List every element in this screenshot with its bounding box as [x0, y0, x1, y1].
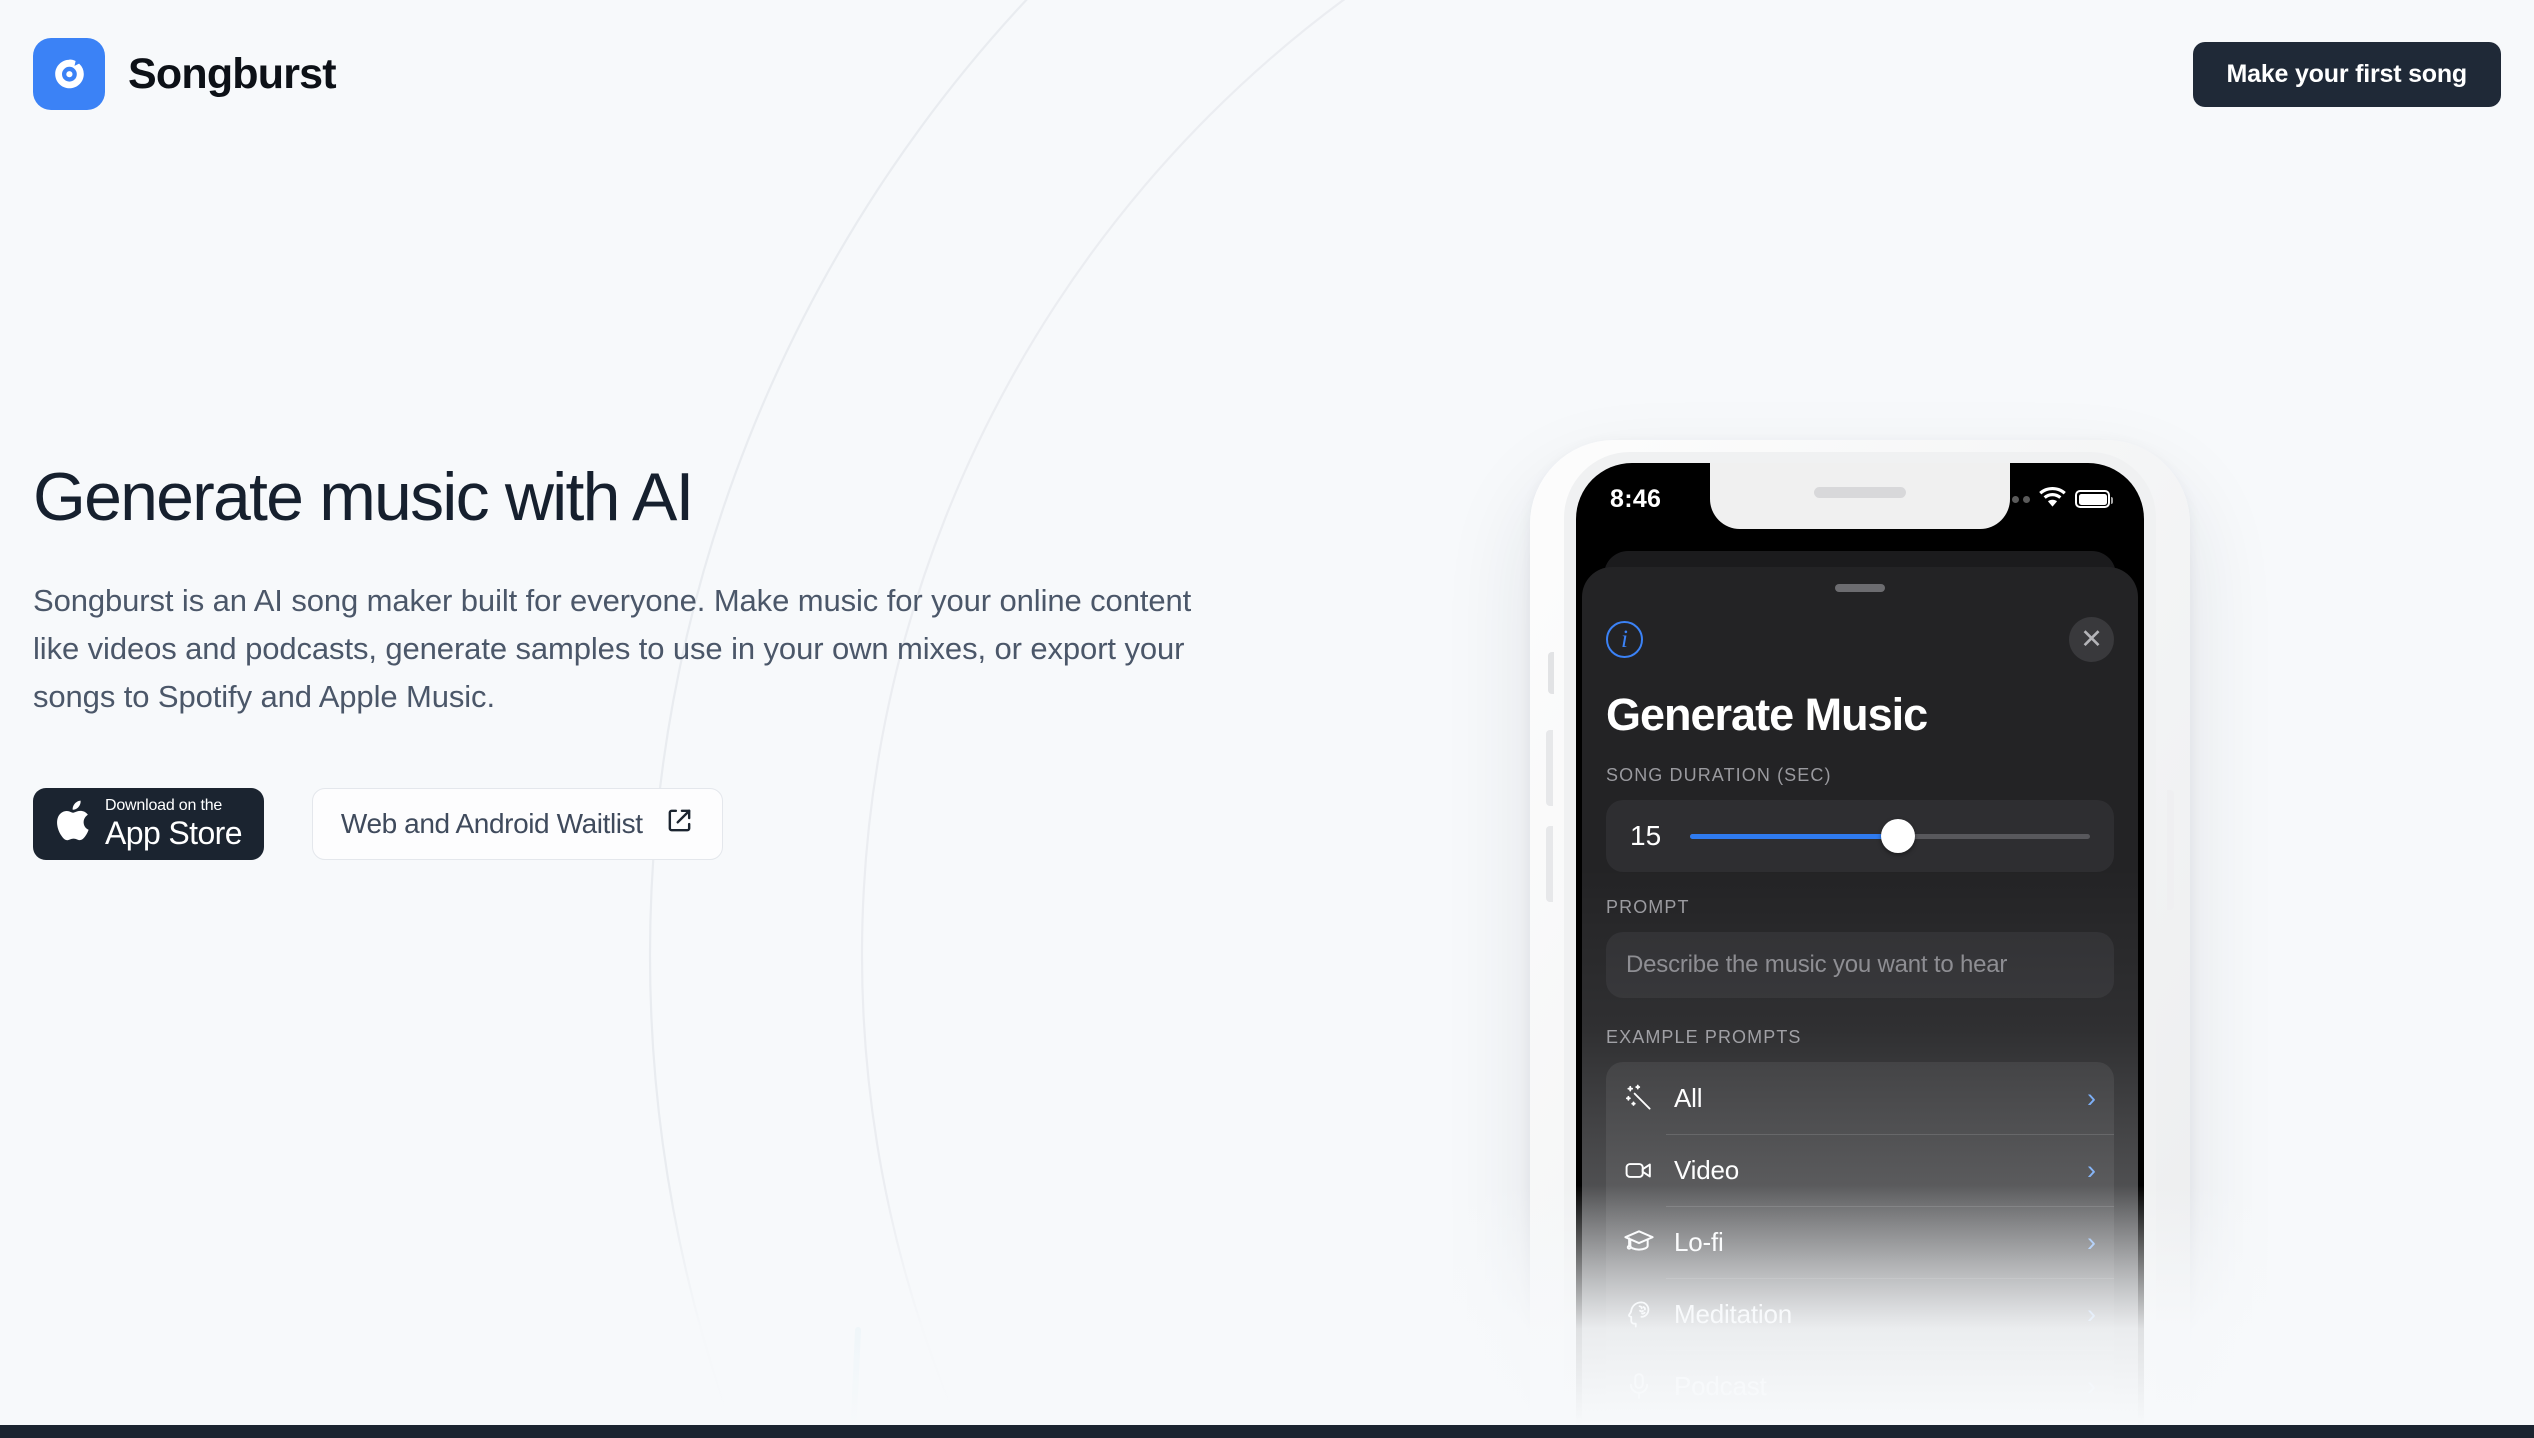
- magic-wand-sparkles-icon: [1622, 1081, 1656, 1115]
- song-duration-value: 15: [1630, 820, 1662, 851]
- chevron-right-icon: ›: [2087, 1370, 2096, 1401]
- head-brain-icon: [1622, 1297, 1656, 1331]
- song-duration-slider-card: 15: [1606, 800, 2114, 872]
- list-item[interactable]: Video ›: [1606, 1134, 2114, 1206]
- list-item-label: Video: [1674, 1154, 1740, 1185]
- app-store-small-label: Download on the: [105, 797, 223, 815]
- list-item-label: All: [1674, 1082, 1703, 1113]
- song-duration-slider[interactable]: [1690, 819, 2090, 853]
- brand-logo[interactable]: Songburst: [33, 38, 337, 110]
- song-duration-section: SONG DURATION (SEC) 15: [1606, 765, 2114, 872]
- apple-logo-icon: [53, 798, 91, 849]
- waitlist-button[interactable]: Web and Android Waitlist: [311, 787, 723, 860]
- prompt-section: PROMPT Describe the music you want to he…: [1606, 897, 2114, 998]
- chevron-right-icon: ›: [2087, 1226, 2096, 1257]
- list-item-label: Podcast: [1674, 1370, 1767, 1401]
- phone-volume-down-button: [1546, 826, 1553, 902]
- phone-notch: [1710, 463, 2010, 529]
- drag-handle-icon[interactable]: [1835, 584, 1885, 592]
- phone-silence-switch: [1548, 652, 1554, 694]
- status-bar-time: 8:46: [1610, 484, 1662, 513]
- site-header: Songburst Make your first song: [0, 0, 2534, 148]
- phone-volume-up-button: [1546, 730, 1553, 806]
- list-item-label: Lo-fi: [1674, 1226, 1724, 1257]
- hero-description: Songburst is an AI song maker built for …: [33, 583, 1192, 715]
- phone-mockup: 8:46 i ✕ Generate Music SONG DURATION (S…: [1508, 440, 2208, 1438]
- app-store-big-label: App Store: [105, 815, 243, 852]
- chevron-right-icon: ›: [2087, 1298, 2096, 1329]
- make-first-song-button[interactable]: Make your first song: [2192, 41, 2501, 107]
- landing-page: Songburst Make your first song Generate …: [0, 0, 2534, 1438]
- sheet-toolbar: i ✕: [1582, 609, 2138, 669]
- list-item[interactable]: All ›: [1606, 1062, 2114, 1134]
- list-item[interactable]: Lo-fi ›: [1606, 1206, 2114, 1278]
- example-prompts-section: EXAMPLE PROMPTS All › Video › Lo-fi › Me…: [1606, 1027, 2114, 1422]
- example-prompts-label: EXAMPLE PROMPTS: [1606, 1027, 1802, 1047]
- chevron-right-icon: ›: [2087, 1154, 2096, 1185]
- app-store-labels: Download on the App Store: [105, 797, 243, 852]
- song-duration-label: SONG DURATION (SEC): [1606, 765, 1832, 785]
- decorative-arc-accent: [850, 1327, 861, 1438]
- slider-thumb[interactable]: [1881, 819, 1915, 853]
- close-x-icon[interactable]: ✕: [2069, 616, 2114, 662]
- graduation-cap-icon: [1622, 1225, 1656, 1259]
- waitlist-button-label: Web and Android Waitlist: [340, 807, 643, 839]
- generate-music-sheet: i ✕ Generate Music SONG DURATION (SEC) 1…: [1582, 567, 2138, 1438]
- footer-bar: [0, 1425, 2534, 1438]
- battery-full-icon: [2075, 490, 2113, 508]
- list-item-label: Meditation: [1674, 1298, 1792, 1329]
- songburst-comet-icon: [33, 38, 105, 110]
- phone-power-button: [2167, 790, 2174, 910]
- info-circle-icon[interactable]: i: [1606, 620, 1643, 658]
- wifi-icon: [2039, 486, 2066, 512]
- brand-name: Songburst: [128, 49, 337, 98]
- slider-fill: [1690, 833, 1898, 839]
- chevron-right-icon: ›: [2087, 1082, 2096, 1113]
- example-prompts-list: All › Video › Lo-fi › Meditation › Podca…: [1606, 1062, 2114, 1422]
- video-camera-icon: [1622, 1153, 1656, 1187]
- app-store-download-button[interactable]: Download on the App Store: [33, 787, 264, 860]
- phone-body: 8:46 i ✕ Generate Music SONG DURATION (S…: [1530, 440, 2190, 1438]
- external-link-icon: [665, 806, 694, 842]
- list-item[interactable]: Podcast ›: [1606, 1350, 2114, 1422]
- phone-earpiece-speaker: [1814, 487, 1906, 498]
- hero-button-group: Download on the App Store Web and Androi…: [33, 787, 1283, 860]
- list-item[interactable]: Meditation ›: [1606, 1278, 2114, 1350]
- page-title: Generate music with AI: [33, 459, 694, 535]
- phone-screen: 8:46 i ✕ Generate Music SONG DURATION (S…: [1576, 463, 2144, 1438]
- sheet-title: Generate Music: [1606, 689, 1928, 740]
- hero-section: Generate music with AI Songburst is an A…: [33, 459, 1283, 860]
- prompt-label: PROMPT: [1606, 897, 1690, 917]
- microphone-icon: [1622, 1369, 1656, 1403]
- prompt-input[interactable]: Describe the music you want to hear: [1606, 932, 2114, 998]
